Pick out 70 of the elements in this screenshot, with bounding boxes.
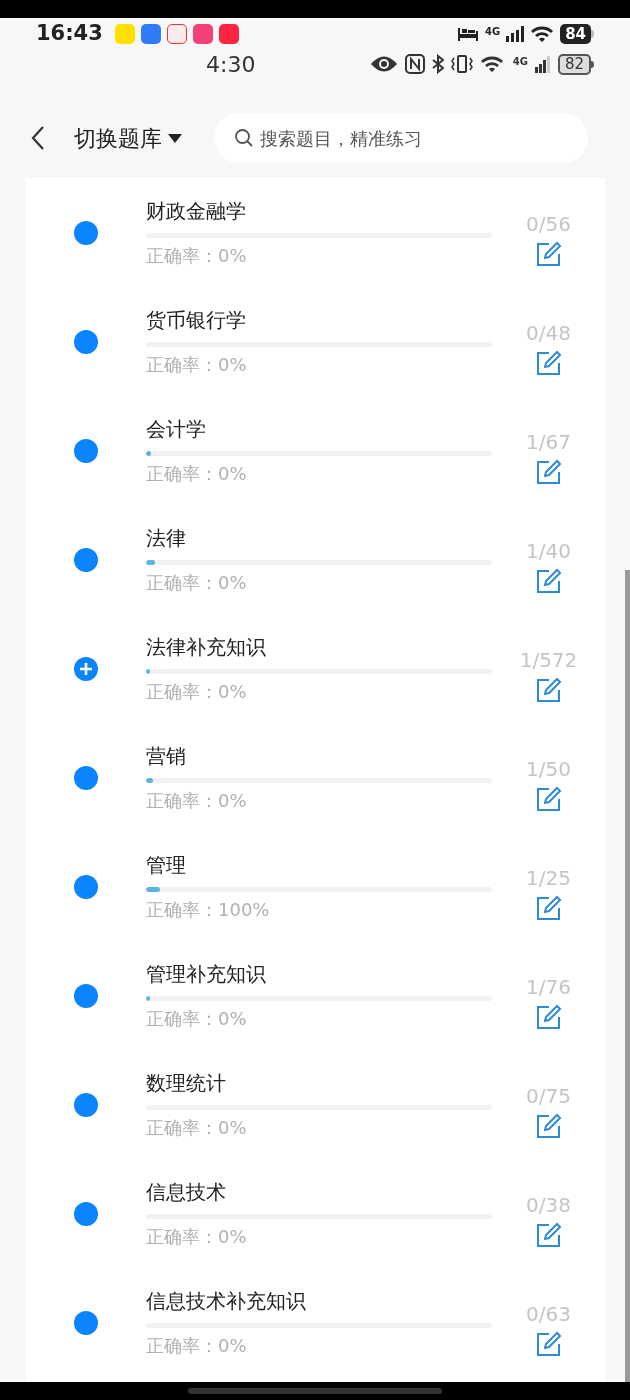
- subject-name[interactable]: 信息技术: [146, 1178, 492, 1205]
- edit-icon[interactable]: [535, 458, 562, 485]
- edit-icon[interactable]: [535, 785, 562, 812]
- accuracy-text: 正确率：0%: [146, 1224, 248, 1249]
- question-count: 1/76: [526, 973, 571, 1000]
- search-field[interactable]: 搜索题目，精准练习: [214, 113, 588, 163]
- subject-name[interactable]: 数理统计: [146, 1069, 492, 1096]
- subject-name[interactable]: 货币银行学: [146, 306, 492, 333]
- search-icon: [234, 128, 254, 148]
- edit-icon[interactable]: [535, 240, 562, 267]
- question-count: 0/56: [526, 210, 571, 237]
- edit-icon[interactable]: [535, 349, 562, 376]
- status-time: 16:43: [36, 20, 103, 48]
- subject-name[interactable]: 信息技术补充知识: [146, 1287, 492, 1314]
- accuracy-text: 正确率：0%: [146, 788, 248, 813]
- expand-icon[interactable]: [74, 656, 98, 681]
- vibrate-icon: [450, 54, 473, 74]
- app-icon: [192, 24, 213, 44]
- nfc-icon: [404, 54, 425, 74]
- subject-name[interactable]: 营销: [146, 742, 492, 769]
- bed-icon: [456, 26, 479, 42]
- accuracy-text: 正确率：0%: [146, 1115, 248, 1140]
- status-time: 4:30: [206, 50, 256, 79]
- accuracy-text: 正确率：0%: [146, 570, 248, 595]
- battery-indicator: 82: [557, 53, 594, 75]
- question-count: 0/63: [526, 1300, 571, 1327]
- subject-name[interactable]: 管理: [146, 851, 492, 878]
- question-count: 1/40: [526, 537, 571, 564]
- eye-icon: [369, 55, 398, 73]
- app-icon: [140, 24, 161, 44]
- back-icon[interactable]: [30, 125, 46, 151]
- edit-icon[interactable]: [535, 676, 562, 703]
- question-count: 1/572: [519, 646, 578, 673]
- edit-icon[interactable]: [535, 1330, 562, 1357]
- app-icon: [166, 24, 187, 44]
- signal-icon: [506, 26, 525, 42]
- bank-switch-dropdown[interactable]: 切换题库: [74, 121, 182, 155]
- question-count: 1/25: [526, 864, 571, 891]
- subject-name[interactable]: 法律补充知识: [146, 633, 492, 660]
- subject-name[interactable]: 法律: [146, 524, 492, 551]
- accuracy-text: 正确率：0%: [146, 352, 248, 377]
- question-count: 0/75: [526, 1082, 571, 1109]
- accuracy-text: 正确率：0%: [146, 1006, 248, 1031]
- question-count: 0/48: [526, 319, 571, 346]
- accuracy-text: 正确率：0%: [146, 679, 248, 704]
- app-icon: [114, 24, 135, 44]
- edit-icon[interactable]: [535, 1003, 562, 1030]
- bluetooth-icon: [431, 54, 444, 74]
- subject-name[interactable]: 财政金融学: [146, 197, 492, 224]
- edit-icon[interactable]: [535, 894, 562, 921]
- network-label: 4G: [484, 25, 501, 39]
- edit-icon[interactable]: [535, 1221, 562, 1248]
- subject-name[interactable]: 会计学: [146, 415, 492, 442]
- subject-name[interactable]: 管理补充知识: [146, 960, 492, 987]
- edit-icon[interactable]: [535, 1112, 562, 1139]
- question-count: 1/67: [526, 428, 571, 455]
- wifi-icon: [479, 55, 506, 73]
- accuracy-text: 正确率：0%: [146, 461, 248, 486]
- wifi-icon: [530, 25, 555, 43]
- accuracy-text: 正确率：0%: [146, 1333, 248, 1358]
- app-icon: [218, 24, 239, 44]
- accuracy-text: 正确率：0%: [146, 243, 248, 268]
- battery-indicator: 84: [560, 24, 594, 44]
- accuracy-text: 正确率：100%: [146, 897, 271, 922]
- caret-icon: [168, 133, 182, 143]
- network-label: 4G: [512, 54, 528, 69]
- question-count: 0/38: [526, 1191, 571, 1218]
- signal-icon: [534, 55, 551, 73]
- question-count: 1/50: [526, 755, 571, 782]
- edit-icon[interactable]: [535, 567, 562, 594]
